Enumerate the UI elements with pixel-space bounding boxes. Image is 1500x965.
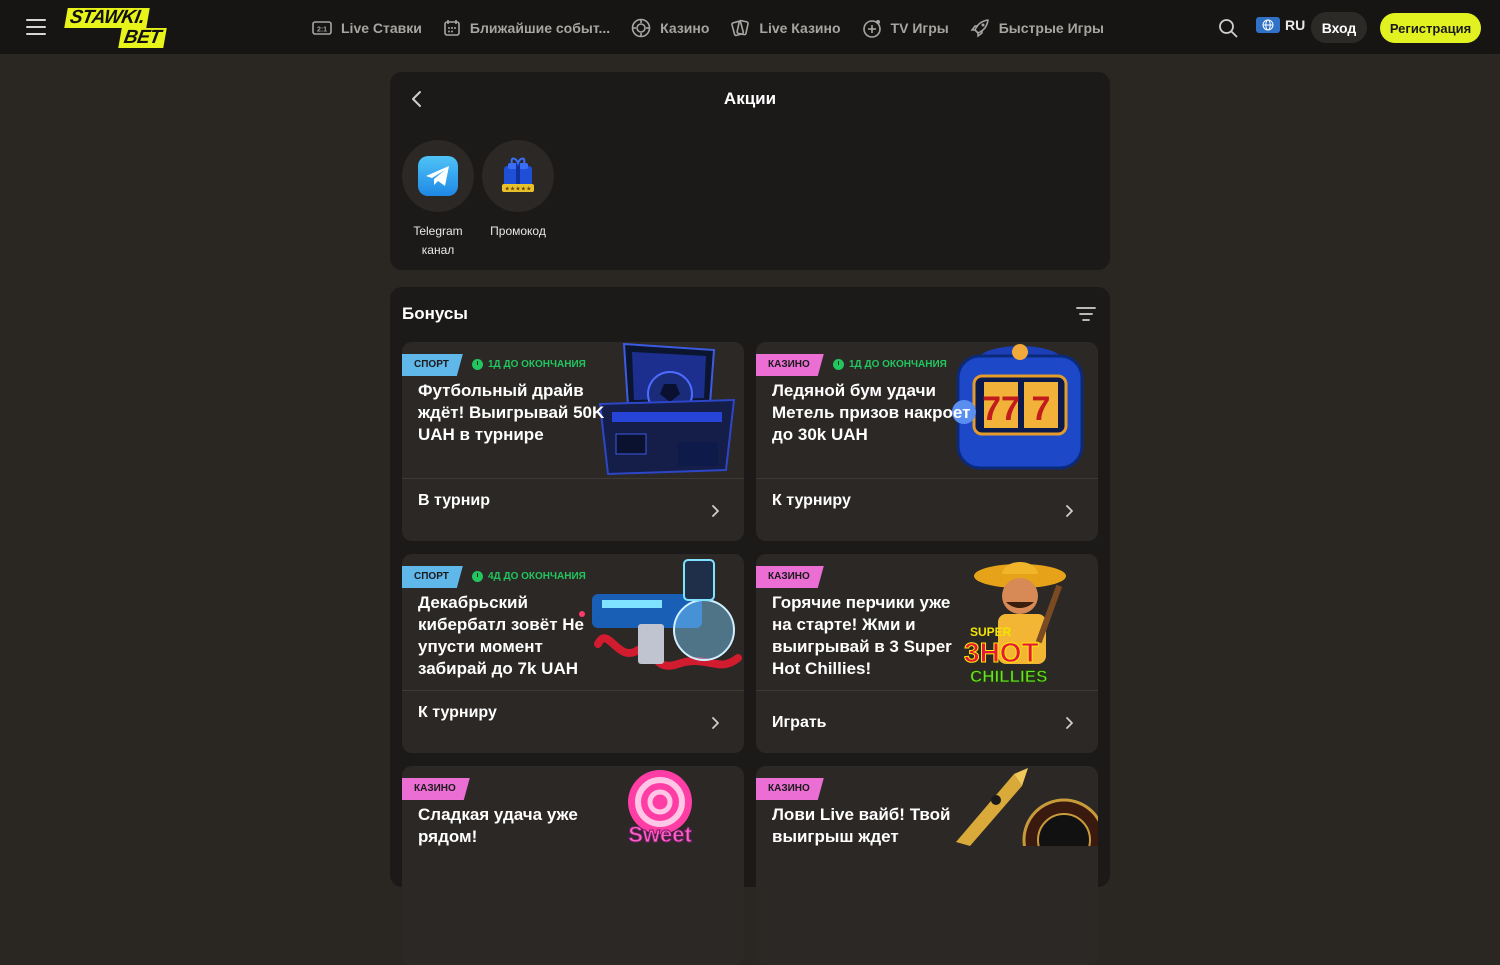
svg-text:Sweet: Sweet <box>628 822 692 846</box>
card-divider <box>756 690 1098 691</box>
countdown-text: 1Д ДО ОКОНЧАНИЯ <box>849 359 947 370</box>
clock-icon <box>833 359 844 370</box>
category-tag: КАЗИНО <box>756 354 824 376</box>
cards-icon <box>731 19 750 36</box>
countdown: 1Д ДО ОКОНЧАНИЯ <box>472 359 586 370</box>
language-switcher[interactable]: RU <box>1256 17 1305 33</box>
category-tag: СПОРТ <box>402 354 463 376</box>
card-cta[interactable]: В турнир <box>418 492 490 510</box>
story-label: Промокод <box>490 224 546 238</box>
nav-label: Live Ставки <box>341 19 422 36</box>
svg-text:7: 7 <box>1032 390 1051 428</box>
card-heading: Ледяной бум удачи Метель призов накроет … <box>772 381 971 444</box>
menu-icon[interactable] <box>26 19 46 35</box>
card-heading: Лови Live вайб! Твой выигрыш ждет <box>772 805 951 846</box>
hot-chillies-image: SUPER 3HOT CHILLIES <box>964 562 1066 686</box>
bonus-card-sweet[interactable]: Sweet КАЗИНО Сладкая удача уже рядом! <box>402 766 744 965</box>
countdown-text: 4Д ДО ОКОНЧАНИЯ <box>488 571 586 582</box>
story-circle: ★★★★★ <box>482 140 554 212</box>
login-button[interactable]: Вход <box>1311 12 1367 43</box>
nav-label: Казино <box>660 19 710 36</box>
telegram-icon <box>418 156 458 196</box>
story-circle <box>402 140 474 212</box>
sweet-candy-image: Sweet <box>628 770 693 846</box>
section-title: Бонусы <box>402 304 468 323</box>
live-bets-icon: 2:1 <box>312 20 332 35</box>
nav-fast-games[interactable]: Быстрые Игры <box>970 18 1104 38</box>
nav-label: Быстрые Игры <box>998 19 1104 36</box>
bonus-card-football[interactable]: СПОРТ 1Д ДО ОКОНЧАНИЯ Футбольный драйв ж… <box>402 342 744 541</box>
chevron-right-icon <box>1066 717 1073 729</box>
nav-upcoming[interactable]: Ближайшие событ... <box>443 19 610 37</box>
calendar-icon <box>444 19 460 36</box>
svg-text:3HOT: 3HOT <box>964 637 1039 668</box>
nav-live-bets[interactable]: 2:1 Live Ставки <box>312 20 422 36</box>
nav-label: Ближайшие событ... <box>469 19 611 36</box>
story-telegram[interactable]: Telegram канал <box>402 140 474 260</box>
countdown-text: 1Д ДО ОКОНЧАНИЯ <box>488 359 586 370</box>
page-title: Акции <box>723 89 777 108</box>
filter-icon[interactable] <box>1076 305 1096 323</box>
story-label: Telegram канал <box>413 224 463 257</box>
card-heading: Декабрьский кибербатл зовёт Не упусти мо… <box>418 593 584 678</box>
globe-icon <box>1256 17 1280 33</box>
clock-icon <box>472 359 483 370</box>
bonus-card-cyberbattle[interactable]: СПОРТ 4Д ДО ОКОНЧАНИЯ Декабрьский киберб… <box>402 554 744 753</box>
story-promocode[interactable]: ★★★★★ Промокод <box>482 140 554 241</box>
nav-tv-games[interactable]: TV Игры <box>862 18 949 38</box>
casino-chip-icon <box>631 18 651 37</box>
countdown: 4Д ДО ОКОНЧАНИЯ <box>472 571 586 582</box>
top-header: STAWKI. BET 2:1 Live Ставки Ближайшие со… <box>0 0 1500 55</box>
chevron-right-icon <box>1066 505 1073 517</box>
logo-line-2: BET <box>118 27 167 48</box>
category-tag: КАЗИНО <box>402 778 470 800</box>
bonus-card-ice-boom[interactable]: 77 7 КАЗИНО 1Д ДО ОКОНЧАНИЯ Ледяной бум … <box>756 342 1098 541</box>
logo-line-1: STAWKI. <box>64 7 151 28</box>
search-icon[interactable] <box>1217 17 1239 39</box>
chevron-right-icon <box>712 717 719 729</box>
card-cta[interactable]: Играть <box>772 714 827 732</box>
rocket-icon <box>970 18 989 37</box>
nav-label: TV Игры <box>890 19 949 36</box>
nav-casino[interactable]: Казино <box>631 18 709 38</box>
card-cta[interactable]: К турниру <box>772 492 851 510</box>
card-divider <box>402 478 744 479</box>
card-heading: Сладкая удача уже рядом! <box>418 805 578 846</box>
nav-label: Live Казино <box>759 19 841 36</box>
nav-live-casino[interactable]: Live Казино <box>730 18 841 38</box>
tv-games-icon <box>862 19 881 38</box>
promo-gift-icon: ★★★★★ <box>502 157 534 193</box>
svg-text:77: 77 <box>982 390 1020 428</box>
card-heading: Горячие перчики уже на старте! Жми и выи… <box>772 593 952 678</box>
card-cta[interactable]: К турниру <box>418 704 497 722</box>
svg-text:2:1: 2:1 <box>317 26 327 33</box>
svg-text:CHILLIES: CHILLIES <box>970 667 1047 686</box>
category-tag: КАЗИНО <box>756 566 824 588</box>
bonus-card-live-vibe[interactable]: КАЗИНО Лови Live вайб! Твой выигрыш ждет <box>756 766 1098 965</box>
category-tag: КАЗИНО <box>756 778 824 800</box>
category-tag: СПОРТ <box>402 566 463 588</box>
card-divider <box>402 690 744 691</box>
card-divider <box>756 478 1098 479</box>
main-nav: 2:1 Live Ставки Ближайшие событ... Казин… <box>312 0 1125 55</box>
countdown: 1Д ДО ОКОНЧАНИЯ <box>833 359 947 370</box>
card-heading: Футбольный драйв ждёт! Выигрывай 50K UAH… <box>418 381 605 444</box>
chevron-right-icon <box>712 505 719 517</box>
svg-text:★★★★★: ★★★★★ <box>505 186 532 193</box>
cyber-gun-image <box>579 559 742 670</box>
clock-icon <box>472 571 483 582</box>
logo[interactable]: STAWKI. BET <box>63 7 177 51</box>
register-button[interactable]: Регистрация <box>1380 13 1481 43</box>
language-code: RU <box>1285 17 1306 33</box>
bonus-card-hot-chillies[interactable]: SUPER 3HOT CHILLIES КАЗИНО Горячие перчи… <box>756 554 1098 753</box>
